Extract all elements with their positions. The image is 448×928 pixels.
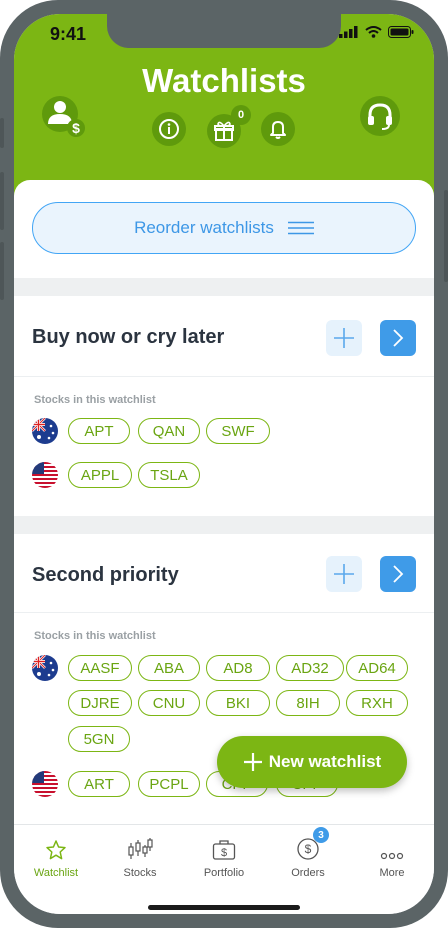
watchlist-title[interactable]: Buy now or cry later (32, 326, 224, 349)
stock-chip[interactable]: AASF (68, 655, 132, 681)
stock-chip[interactable]: QAN (138, 418, 200, 444)
tab-label: More (379, 867, 405, 879)
volume-down-button (0, 242, 4, 300)
tab-more[interactable]: More (350, 825, 434, 885)
plus-icon (243, 753, 262, 771)
tab-label: Stocks (123, 867, 157, 879)
stock-chip[interactable]: SWF (206, 418, 270, 444)
tab-watchlist[interactable]: Watchlist (14, 825, 98, 885)
stock-chip[interactable]: CNU (138, 690, 200, 716)
add-stock-button[interactable] (326, 320, 362, 356)
stock-chip[interactable]: DJRE (68, 690, 132, 716)
stock-chip[interactable]: AD8 (206, 655, 270, 681)
us-flag-icon (32, 771, 58, 797)
tab-stocks[interactable]: Stocks (98, 825, 182, 885)
more-icon (380, 825, 404, 861)
stock-chip[interactable]: 8IH (276, 690, 340, 716)
stock-chip[interactable]: TSLA (138, 462, 200, 488)
info-icon[interactable] (152, 112, 186, 146)
account-dollar-icon[interactable]: $ (40, 94, 88, 142)
svg-text:$: $ (72, 120, 80, 136)
candlestick-icon (127, 825, 153, 861)
stock-chip[interactable]: AD32 (276, 655, 344, 681)
svg-text:$: $ (221, 847, 227, 859)
reorder-label: Reorder watchlists (134, 218, 274, 237)
home-indicator[interactable] (148, 905, 300, 910)
stock-chip[interactable]: APPL (68, 462, 132, 488)
tab-portfolio[interactable]: $ Portfolio (182, 825, 266, 885)
stock-chip[interactable]: BKI (206, 690, 270, 716)
battery-icon (388, 26, 414, 38)
bell-icon[interactable] (261, 112, 295, 146)
phone-frame: 9:41 Watchlists $ 0 Reorder watchlists B… (0, 0, 448, 928)
chevron-right-icon (393, 565, 404, 583)
add-stock-button[interactable] (326, 556, 362, 592)
signal-icon (339, 26, 358, 38)
gift-count-badge: 0 (231, 105, 251, 125)
stock-chip[interactable]: AD64 (346, 655, 408, 681)
power-button (444, 190, 448, 282)
stock-chip[interactable]: ART (68, 771, 130, 797)
new-watchlist-button[interactable]: New watchlist (217, 736, 407, 788)
orders-count-badge: 3 (313, 827, 329, 843)
tab-label: Orders (291, 867, 325, 879)
stock-chip[interactable]: ABA (138, 655, 200, 681)
plus-icon (334, 328, 354, 348)
status-time: 9:41 (50, 24, 87, 44)
mute-switch (0, 118, 4, 148)
au-flag-icon (32, 418, 58, 444)
wifi-icon (365, 26, 382, 38)
us-flag-icon (32, 462, 58, 488)
reorder-watchlists-button[interactable]: Reorder watchlists (32, 202, 416, 254)
notch (107, 14, 341, 48)
tab-orders[interactable]: $ Orders (266, 825, 350, 885)
tab-label: Portfolio (203, 867, 245, 879)
stock-chip[interactable]: RXH (346, 690, 408, 716)
reorder-card: Reorder watchlists (14, 180, 434, 278)
svg-text:$: $ (305, 842, 312, 856)
screen: 9:41 Watchlists $ 0 Reorder watchlists B… (14, 14, 434, 914)
open-watchlist-button[interactable] (380, 320, 416, 356)
open-watchlist-button[interactable] (380, 556, 416, 592)
drag-lines-icon (287, 221, 314, 235)
stock-chip[interactable]: 5GN (68, 726, 130, 752)
new-watchlist-label: New watchlist (268, 752, 382, 771)
au-flag-icon (32, 655, 58, 681)
volume-up-button (0, 172, 4, 230)
chevron-right-icon (393, 329, 404, 347)
watchlist-card: Buy now or cry later Stocks in this watc… (14, 296, 434, 516)
tab-label: Watchlist (33, 867, 79, 879)
stocks-subtitle: Stocks in this watchlist (34, 394, 156, 406)
stocks-subtitle: Stocks in this watchlist (34, 630, 156, 642)
star-icon (45, 825, 67, 861)
watchlist-title[interactable]: Second priority (32, 564, 179, 587)
status-icons (339, 26, 414, 38)
briefcase-icon: $ (212, 825, 236, 861)
divider (14, 376, 434, 377)
bottom-tab-bar: Watchlist Stocks $ Portfolio $ Orders 3 … (14, 824, 434, 914)
plus-icon (334, 564, 354, 584)
stock-chip[interactable]: APT (68, 418, 130, 444)
divider (14, 612, 434, 613)
headset-icon[interactable] (360, 96, 400, 136)
stock-chip[interactable]: PCPL (138, 771, 200, 797)
